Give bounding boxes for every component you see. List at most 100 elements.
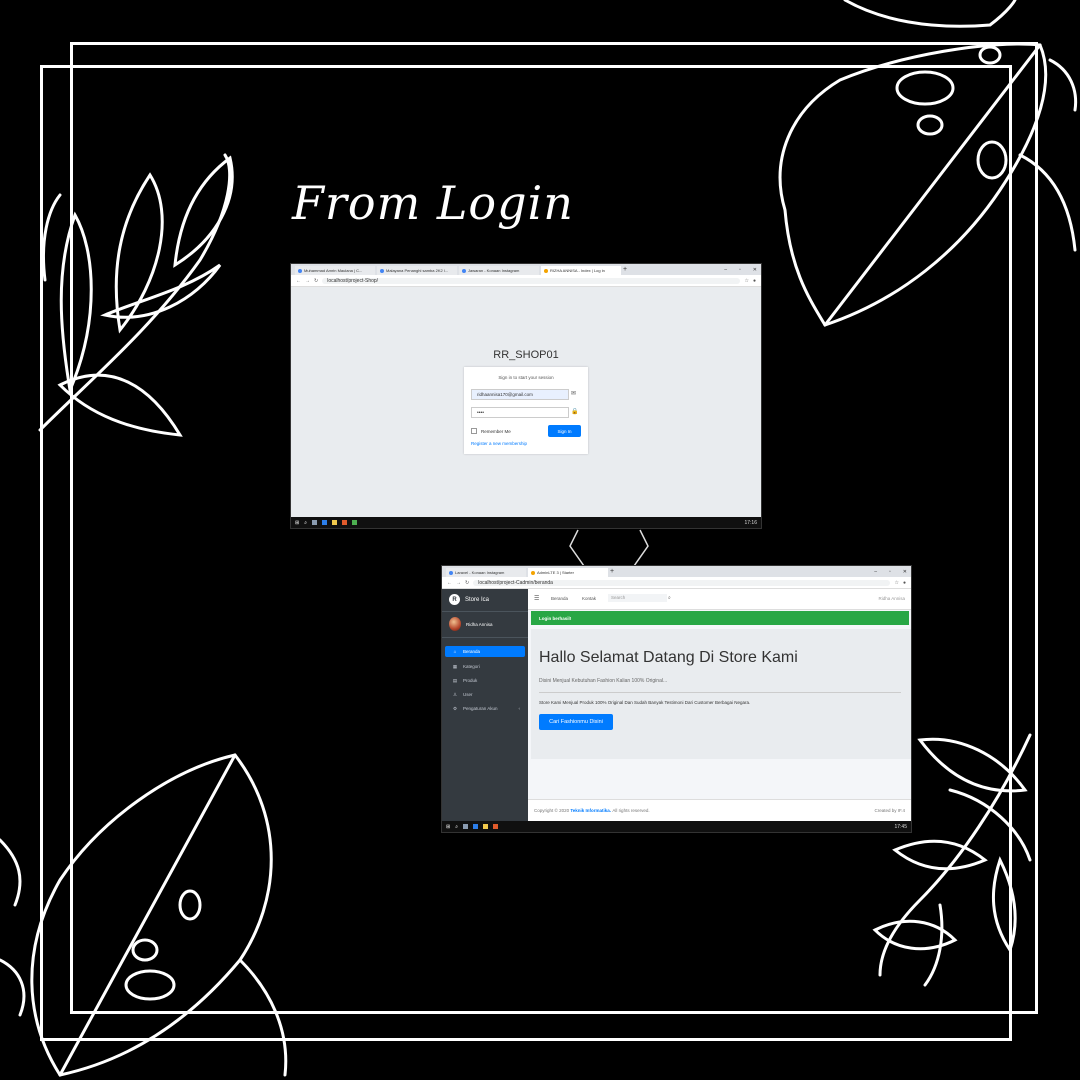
login-page: RR_SHOP01 Sign in to start your session … <box>291 287 761 517</box>
remember-label: Remember Me <box>481 429 511 434</box>
success-alert: Login berhasil! <box>531 611 909 625</box>
star-icon[interactable]: ☆ <box>894 580 898 586</box>
browser-tab-active[interactable]: AdminLTE 3 | Starter <box>528 568 608 577</box>
lock-icon: 🔒 <box>571 409 579 415</box>
password-field[interactable]: •••• <box>471 407 569 418</box>
forward-icon[interactable]: → <box>305 278 310 284</box>
login-screenshot: Muhammad Amrin Maulana | C... Malayana P… <box>291 264 761 528</box>
jumbotron-divider <box>539 692 901 693</box>
taskbar-app-icon[interactable] <box>332 520 338 525</box>
browser-tab-strip: Laravel - Konaan Instagram AdminLTE 3 | … <box>442 566 911 577</box>
taskbar-app-icon[interactable] <box>312 520 318 525</box>
signin-button[interactable]: Sign In <box>548 425 581 437</box>
browser-tab[interactable]: Laravel - Konaan Instagram <box>446 568 526 577</box>
sidebar-item-kategori[interactable]: ▦ Kategori <box>445 661 525 672</box>
forward-icon[interactable]: → <box>456 580 461 586</box>
footer-copyright: Copyright © 2020 <box>534 808 570 813</box>
navbar-user[interactable]: Ridha Annisa <box>878 596 905 601</box>
favicon-icon <box>462 268 466 273</box>
sidebar-item-user[interactable]: ♙ User <box>445 689 525 700</box>
dashboard-screenshot: Laravel - Konaan Instagram AdminLTE 3 | … <box>442 566 911 832</box>
favicon-icon <box>298 268 302 273</box>
minimize-icon[interactable]: – <box>874 569 877 575</box>
login-card: Sign in to start your session ridhaannis… <box>464 367 588 454</box>
sidebar-brand[interactable]: R Store Ica <box>449 594 489 605</box>
sidebar-item-produk[interactable]: ▤ Produk <box>445 675 525 686</box>
browser-tab[interactable]: Muhammad Amrin Maulana | C... <box>295 266 375 275</box>
browser-tab-active[interactable]: RIZHA ANNISA - Index | Log in <box>541 266 621 275</box>
search-icon[interactable]: ⌕ <box>668 595 671 601</box>
taskbar-app-icon[interactable] <box>483 824 489 829</box>
address-bar: ← → ↻ localhost/project-Shop/ ☆ ● <box>291 275 761 287</box>
welcome-body: Store Kami Menjual Produk 100% Original … <box>539 700 751 705</box>
profile-icon[interactable]: ● <box>903 580 906 586</box>
browser-tab[interactable]: Jawaran - Konaan Instagram <box>459 266 539 275</box>
url-field[interactable]: localhost/project-Cadmin/beranda <box>473 579 891 586</box>
sidebar: R Store Ica Ridha Annisa ⌂ Beranda ▦ Kateg… <box>442 589 528 821</box>
avatar <box>449 617 461 631</box>
reload-icon[interactable]: ↻ <box>465 580 469 586</box>
window-controls: – ▫ ✕ <box>724 267 757 273</box>
browser-tab-strip: Muhammad Amrin Maulana | C... Malayana P… <box>291 264 761 275</box>
url-field[interactable]: localhost/project-Shop/ <box>322 277 741 284</box>
clock: 17:45 <box>894 823 907 830</box>
favicon-icon <box>380 268 384 273</box>
taskbar-app-icon[interactable] <box>352 520 358 525</box>
close-icon[interactable]: ✕ <box>753 267 757 273</box>
back-icon[interactable]: ← <box>296 278 301 284</box>
clock: 17:16 <box>744 519 757 526</box>
taskbar-app-icon[interactable] <box>493 824 499 829</box>
footer-brand-link[interactable]: Teknik Informatika. <box>570 808 611 813</box>
cari-fashion-button[interactable]: Cari Fashionmu Disini <box>539 714 613 730</box>
close-icon[interactable]: ✕ <box>903 569 907 575</box>
nav-link-kontak[interactable]: Kontak <box>582 596 596 601</box>
sidebar-item-pengaturan-akun[interactable]: ⚙ Pengaturan Akun ‹ <box>445 703 525 714</box>
star-icon[interactable]: ☆ <box>744 278 748 284</box>
nav-link-beranda[interactable]: Beranda <box>551 596 568 601</box>
new-tab-icon[interactable]: + <box>610 568 614 575</box>
page-title: From Login <box>292 176 574 230</box>
windows-start-icon[interactable]: ⊞ <box>295 520 299 526</box>
taskbar-app-icon[interactable] <box>473 824 479 829</box>
maximize-icon[interactable]: ▫ <box>739 267 741 273</box>
system-tray: 17:45 <box>894 824 907 830</box>
welcome-heading: Hallo Selamat Datang Di Store Kami <box>539 649 798 666</box>
dashboard-page: R Store Ica Ridha Annisa ⌂ Beranda ▦ Kateg… <box>442 589 911 821</box>
profile-icon[interactable]: ● <box>753 278 756 284</box>
welcome-lead: Disini Menjual Kebutuhan Fashion Kalian … <box>539 678 668 684</box>
windows-start-icon[interactable]: ⊞ <box>446 824 450 830</box>
chevron-left-icon: ‹ <box>518 706 521 711</box>
minimize-icon[interactable]: – <box>724 267 727 273</box>
browser-tab[interactable]: Malayana Penanghi samba 2K2 l... <box>377 266 457 275</box>
address-bar: ← → ↻ localhost/project-Cadmin/beranda ☆ ● <box>442 577 911 589</box>
menu-icon[interactable]: ☰ <box>534 595 539 602</box>
sidebar-user[interactable]: Ridha Annisa <box>449 617 493 631</box>
window-controls: – ▫ ✕ <box>874 569 907 575</box>
remember-checkbox[interactable] <box>471 428 477 434</box>
sidebar-divider <box>442 611 528 612</box>
back-icon[interactable]: ← <box>447 580 452 586</box>
email-field[interactable]: ridhaannisa170@gmail.com <box>471 389 569 400</box>
search-icon[interactable]: ⌕ <box>304 520 307 526</box>
taskbar-app-icon[interactable] <box>322 520 328 525</box>
new-tab-icon[interactable]: + <box>623 266 627 273</box>
user-icon: ♙ <box>452 691 458 697</box>
favicon-icon <box>449 570 453 575</box>
envelope-icon: ✉ <box>571 391 577 397</box>
favicon-icon <box>544 268 548 273</box>
taskbar-app-icon[interactable] <box>463 824 469 829</box>
maximize-icon[interactable]: ▫ <box>889 569 891 575</box>
grid-icon: ▦ <box>452 663 458 669</box>
register-link[interactable]: Register a new membership <box>471 441 527 446</box>
search-input[interactable]: Search <box>608 594 667 602</box>
system-tray: 17:16 <box>744 520 757 526</box>
reload-icon[interactable]: ↻ <box>314 278 318 284</box>
search-icon[interactable]: ⌕ <box>455 824 458 830</box>
footer: Copyright © 2020 Teknik Informatika. All… <box>528 799 911 821</box>
footer-rights: All rights reserved. <box>612 808 650 813</box>
sidebar-divider <box>442 637 528 638</box>
login-brand: RR_SHOP01 <box>493 349 559 361</box>
sidebar-item-beranda[interactable]: ⌂ Beranda <box>445 646 525 657</box>
taskbar-app-icon[interactable] <box>342 520 348 525</box>
top-navbar: ☰ Beranda Kontak Search ⌕ Ridha Annisa <box>528 589 911 610</box>
